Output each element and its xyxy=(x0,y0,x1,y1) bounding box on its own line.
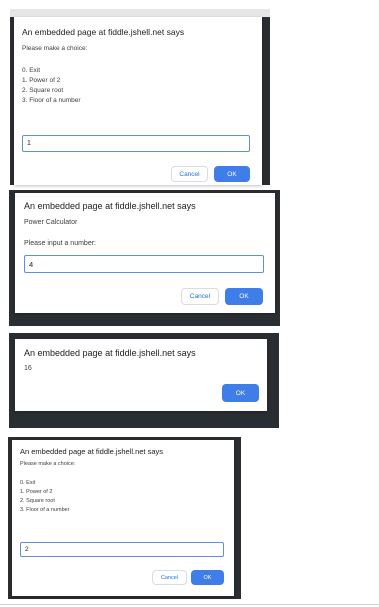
prompt-input[interactable] xyxy=(22,135,250,152)
dialog-title: An embedded page at fiddle.jshell.net sa… xyxy=(22,27,185,37)
dialog-message-line: 16 xyxy=(24,365,32,372)
dialog-message-line: 2. Square root xyxy=(20,498,55,504)
dialog-title: An embedded page at fiddle.jshell.net sa… xyxy=(20,447,164,456)
ok-button[interactable]: OK xyxy=(222,384,259,402)
dialog-title: An embedded page at fiddle.jshell.net sa… xyxy=(24,201,196,211)
prompt-dialog-3: An embedded page at fiddle.jshell.net sa… xyxy=(12,440,234,596)
ok-button[interactable]: OK xyxy=(225,288,263,305)
top-strip xyxy=(10,9,270,17)
dialog-title: An embedded page at fiddle.jshell.net sa… xyxy=(24,348,196,358)
prompt-dialog-2: An embedded page at fiddle.jshell.net sa… xyxy=(15,193,275,313)
dialog-message-line: 0. Exit xyxy=(20,480,36,486)
prompt-dialog-1: An embedded page at fiddle.jshell.net sa… xyxy=(14,17,262,185)
dialog-message-line: 3. Floor of a number xyxy=(22,97,81,104)
ok-button[interactable]: OK xyxy=(214,166,250,182)
prompt-input[interactable] xyxy=(24,255,264,273)
cancel-button[interactable]: Cancel xyxy=(181,288,219,305)
prompt-input[interactable] xyxy=(20,542,224,557)
divider xyxy=(0,604,379,605)
dialog-message-line: Please input a number: xyxy=(24,240,96,247)
dialog-message-line: 1. Power of 2 xyxy=(20,489,53,495)
cancel-button[interactable]: Cancel xyxy=(152,570,187,585)
dialog-message-line: Power Calculator xyxy=(24,219,78,226)
dialog-message-line: Please make a choice: xyxy=(22,45,88,52)
dialog-message-line: 0. Exit xyxy=(22,67,41,74)
cancel-button[interactable]: Cancel xyxy=(171,166,208,182)
ok-button[interactable]: OK xyxy=(191,570,224,585)
dialog-message-line: 3. Floor of a number xyxy=(20,507,70,513)
alert-dialog: An embedded page at fiddle.jshell.net sa… xyxy=(15,339,267,411)
dialog-message-line: 2. Square root xyxy=(22,87,64,94)
dialog-message-line: Please make a choice: xyxy=(20,461,76,467)
dialog-message-line: 1. Power of 2 xyxy=(22,77,61,84)
